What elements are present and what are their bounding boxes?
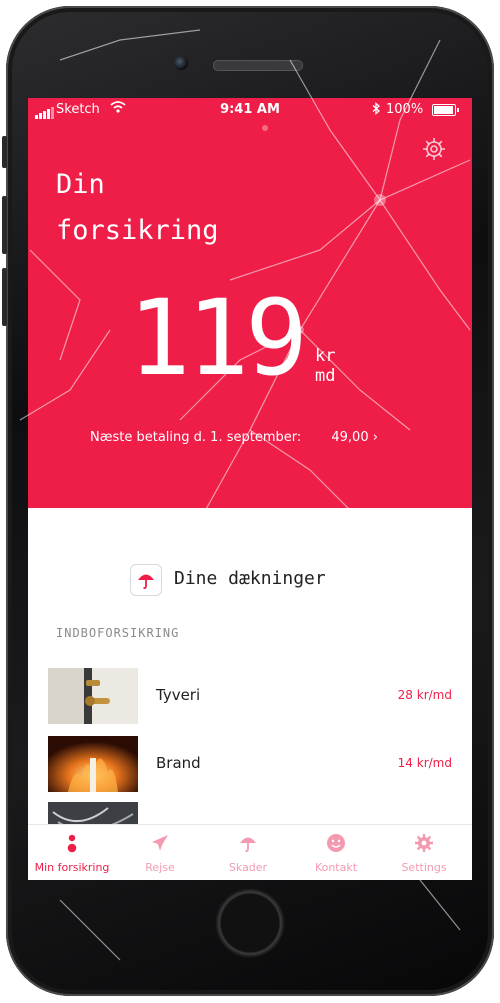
tab-bar: Min forsikring Rejse Skader Kontakt Sett… xyxy=(28,824,472,880)
tab-skader[interactable]: Skader xyxy=(204,825,292,880)
coverage-item-price: 14 kr/md xyxy=(397,756,452,770)
fire-photo xyxy=(48,736,138,792)
tab-min-forsikring[interactable]: Min forsikring xyxy=(28,825,116,880)
tab-label: Settings xyxy=(401,861,447,874)
tab-label: Min forsikring xyxy=(34,861,110,874)
coverage-item-brand[interactable]: Brand 14 kr/md xyxy=(48,736,452,792)
coverage-item-name: Brand xyxy=(156,754,201,772)
tab-settings[interactable]: Settings xyxy=(380,825,468,880)
plane-icon xyxy=(150,833,170,853)
home-button[interactable] xyxy=(215,888,285,958)
next-payment-label: Næste betaling d. 1. september: xyxy=(90,430,302,445)
section-label: INDBOFORSIKRING xyxy=(56,626,180,640)
battery-icon xyxy=(432,104,459,116)
tab-rejse[interactable]: Rejse xyxy=(116,825,204,880)
profile-icon xyxy=(62,833,82,853)
tab-label: Rejse xyxy=(145,861,175,874)
page-title-line1: Din xyxy=(56,169,105,200)
monthly-price: 119 xyxy=(128,277,308,399)
chevron-right-icon: › xyxy=(372,430,378,445)
door-lock-photo xyxy=(48,668,138,724)
front-camera xyxy=(174,56,188,70)
battery-percentage: 100% xyxy=(386,102,424,117)
umbrella-icon xyxy=(238,833,258,853)
mute-switch xyxy=(2,136,7,168)
app-screen: Sketch 9:41 AM 100% Din forsikring 119 k… xyxy=(28,98,472,880)
coverage-item-tyveri[interactable]: Tyveri 28 kr/md xyxy=(48,668,452,724)
header-panel: Sketch 9:41 AM 100% Din forsikring 119 k… xyxy=(28,98,472,508)
earpiece-speaker xyxy=(213,60,303,71)
bluetooth-icon xyxy=(372,102,380,118)
tab-kontakt[interactable]: Kontakt xyxy=(292,825,380,880)
coverage-item-price: 28 kr/md xyxy=(397,688,452,702)
volume-up-button xyxy=(2,196,7,254)
price-unit-period: md xyxy=(315,366,336,386)
page-title-line2: forsikring xyxy=(56,215,219,246)
tab-label: Kontakt xyxy=(314,861,358,874)
volume-down-button xyxy=(2,268,7,326)
price-unit-currency: kr xyxy=(315,346,336,366)
price-unit: kr md xyxy=(315,346,335,386)
status-bar: Sketch 9:41 AM 100% xyxy=(28,98,472,122)
coverage-item-name: Tyveri xyxy=(156,686,201,704)
next-payment-link[interactable]: Næste betaling d. 1. september: 49,00 › xyxy=(90,430,378,445)
smiley-icon xyxy=(326,833,346,853)
tab-label: Skader xyxy=(228,861,268,874)
gear-icon xyxy=(414,833,434,853)
coverage-title: Dine dækninger xyxy=(174,568,326,589)
next-payment-amount: 49,00 xyxy=(331,430,369,445)
gear-icon[interactable] xyxy=(421,136,447,162)
page-title: Din forsikring xyxy=(56,162,219,254)
umbrella-icon xyxy=(130,564,162,596)
